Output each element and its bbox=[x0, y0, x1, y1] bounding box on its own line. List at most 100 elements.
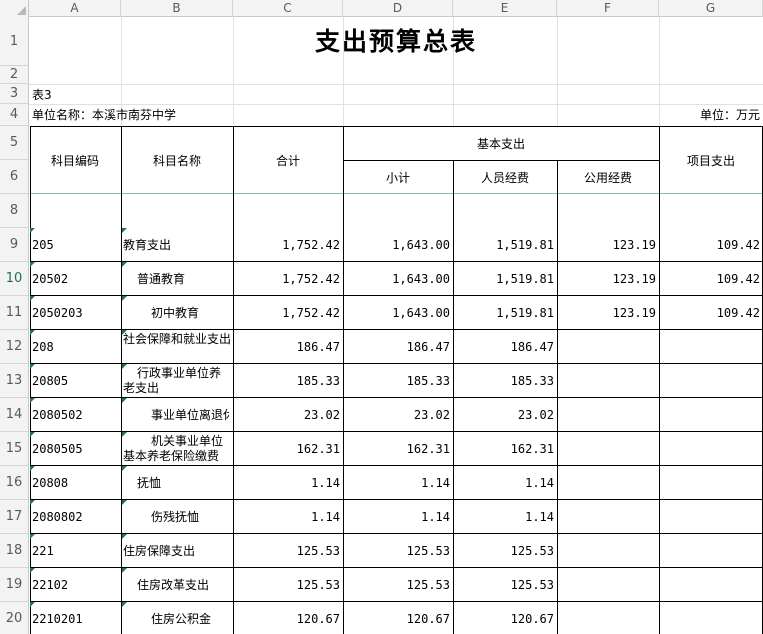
cell-project[interactable] bbox=[659, 500, 763, 534]
cell-project[interactable] bbox=[659, 466, 763, 500]
subject-name[interactable]: 普通教育 bbox=[137, 262, 229, 296]
cell-public[interactable]: 123.19 bbox=[557, 262, 659, 296]
cell-project[interactable] bbox=[659, 364, 763, 398]
row-header-20[interactable]: 20 bbox=[0, 602, 29, 634]
row-header-13[interactable]: 13 bbox=[0, 364, 29, 398]
cell-subtotal[interactable]: 125.53 bbox=[343, 568, 453, 602]
subject-name[interactable]: 住房公积金 bbox=[151, 602, 229, 634]
cell-total[interactable]: 1.14 bbox=[233, 500, 343, 534]
row-header-12[interactable]: 12 bbox=[0, 330, 29, 364]
column-header-f[interactable]: F bbox=[557, 0, 659, 17]
cell-total[interactable]: 1,752.42 bbox=[233, 296, 343, 330]
row-header-6[interactable]: 6 bbox=[0, 160, 29, 194]
subject-code[interactable]: 2210201 bbox=[29, 602, 121, 634]
cell-personnel[interactable]: 125.53 bbox=[453, 534, 557, 568]
cell-personnel[interactable]: 1,519.81 bbox=[453, 296, 557, 330]
cell-public[interactable] bbox=[557, 398, 659, 432]
cell-subtotal[interactable]: 186.47 bbox=[343, 330, 453, 364]
subject-code[interactable]: 208 bbox=[29, 330, 121, 364]
subject-code[interactable]: 22102 bbox=[29, 568, 121, 602]
subject-name[interactable]: 伤残抚恤 bbox=[151, 500, 229, 534]
select-all-corner[interactable] bbox=[0, 0, 29, 17]
cell-subtotal[interactable]: 1.14 bbox=[343, 466, 453, 500]
cell-project[interactable]: 109.42 bbox=[659, 296, 763, 330]
subject-name[interactable]: 行政事业单位养老支出 bbox=[123, 366, 231, 400]
cell-project[interactable] bbox=[659, 398, 763, 432]
row-header-1[interactable]: 1 bbox=[0, 17, 29, 66]
cell-public[interactable]: 123.19 bbox=[557, 228, 659, 262]
column-header-g[interactable]: G bbox=[659, 0, 763, 17]
row-header-17[interactable]: 17 bbox=[0, 500, 29, 534]
subject-name[interactable]: 初中教育 bbox=[151, 296, 229, 330]
cell-personnel[interactable]: 162.31 bbox=[453, 432, 557, 466]
cell-project[interactable]: 109.42 bbox=[659, 228, 763, 262]
cell-total[interactable]: 1,752.42 bbox=[233, 262, 343, 296]
cell-project[interactable] bbox=[659, 330, 763, 364]
subject-name[interactable]: 机关事业单位基本养老保险缴费 bbox=[123, 434, 231, 468]
subject-code[interactable]: 2050203 bbox=[29, 296, 121, 330]
subject-name[interactable]: 住房改革支出 bbox=[137, 568, 229, 602]
subject-code[interactable]: 2080802 bbox=[29, 500, 121, 534]
row-header-15[interactable]: 15 bbox=[0, 432, 29, 466]
cell-total[interactable]: 125.53 bbox=[233, 568, 343, 602]
cell-total[interactable]: 162.31 bbox=[233, 432, 343, 466]
cell-subtotal[interactable]: 1,643.00 bbox=[343, 262, 453, 296]
subject-code[interactable]: 221 bbox=[29, 534, 121, 568]
cell-total[interactable]: 186.47 bbox=[233, 330, 343, 364]
cell-personnel[interactable]: 125.53 bbox=[453, 568, 557, 602]
cell-subtotal[interactable]: 1.14 bbox=[343, 500, 453, 534]
cell-total[interactable]: 120.67 bbox=[233, 602, 343, 634]
column-header-e[interactable]: E bbox=[453, 0, 557, 17]
row-header-8[interactable]: 8 bbox=[0, 194, 29, 228]
cell-subtotal[interactable]: 120.67 bbox=[343, 602, 453, 634]
cell-public[interactable] bbox=[557, 602, 659, 634]
row-header-3[interactable]: 3 bbox=[0, 84, 29, 104]
cell-total[interactable]: 1,752.42 bbox=[233, 228, 343, 262]
cell-total[interactable]: 125.53 bbox=[233, 534, 343, 568]
cell-project[interactable] bbox=[659, 602, 763, 634]
cell-public[interactable]: 123.19 bbox=[557, 296, 659, 330]
subject-code[interactable]: 2080505 bbox=[29, 432, 121, 466]
cell-public[interactable] bbox=[557, 534, 659, 568]
cell-public[interactable] bbox=[557, 364, 659, 398]
subject-code[interactable]: 205 bbox=[29, 228, 121, 262]
subject-code[interactable]: 2080502 bbox=[29, 398, 121, 432]
row-header-10[interactable]: 10 bbox=[0, 262, 29, 296]
cell-public[interactable] bbox=[557, 466, 659, 500]
cell-total[interactable]: 185.33 bbox=[233, 364, 343, 398]
cell-subtotal[interactable]: 125.53 bbox=[343, 534, 453, 568]
cell-personnel[interactable]: 1,519.81 bbox=[453, 262, 557, 296]
column-header-c[interactable]: C bbox=[233, 0, 343, 17]
row-header-4[interactable]: 4 bbox=[0, 104, 29, 126]
cell-personnel[interactable]: 186.47 bbox=[453, 330, 557, 364]
row-header-11[interactable]: 11 bbox=[0, 296, 29, 330]
cell-total[interactable]: 1.14 bbox=[233, 466, 343, 500]
cell-public[interactable] bbox=[557, 500, 659, 534]
subject-name[interactable]: 教育支出 bbox=[123, 228, 229, 262]
subject-name[interactable]: 事业单位离退休 bbox=[151, 398, 229, 432]
cell-public[interactable] bbox=[557, 330, 659, 364]
subject-name[interactable]: 住房保障支出 bbox=[123, 534, 229, 568]
cell-personnel[interactable]: 185.33 bbox=[453, 364, 557, 398]
row-header-19[interactable]: 19 bbox=[0, 568, 29, 602]
row-header-18[interactable]: 18 bbox=[0, 534, 29, 568]
column-header-d[interactable]: D bbox=[343, 0, 453, 17]
cell-subtotal[interactable]: 23.02 bbox=[343, 398, 453, 432]
row-header-2[interactable]: 2 bbox=[0, 66, 29, 84]
cell-subtotal[interactable]: 162.31 bbox=[343, 432, 453, 466]
cell-subtotal[interactable]: 185.33 bbox=[343, 364, 453, 398]
cell-project[interactable] bbox=[659, 568, 763, 602]
column-header-b[interactable]: B bbox=[121, 0, 233, 17]
cell-personnel[interactable]: 1,519.81 bbox=[453, 228, 557, 262]
cell-project[interactable] bbox=[659, 432, 763, 466]
cell-public[interactable] bbox=[557, 432, 659, 466]
row-header-5[interactable]: 5 bbox=[0, 126, 29, 160]
row-header-14[interactable]: 14 bbox=[0, 398, 29, 432]
cell-project[interactable]: 109.42 bbox=[659, 262, 763, 296]
subject-name[interactable]: 抚恤 bbox=[137, 466, 229, 500]
subject-code[interactable]: 20808 bbox=[29, 466, 121, 500]
subject-code[interactable]: 20502 bbox=[29, 262, 121, 296]
cell-subtotal[interactable]: 1,643.00 bbox=[343, 228, 453, 262]
cell-total[interactable]: 23.02 bbox=[233, 398, 343, 432]
cell-personnel[interactable]: 1.14 bbox=[453, 466, 557, 500]
